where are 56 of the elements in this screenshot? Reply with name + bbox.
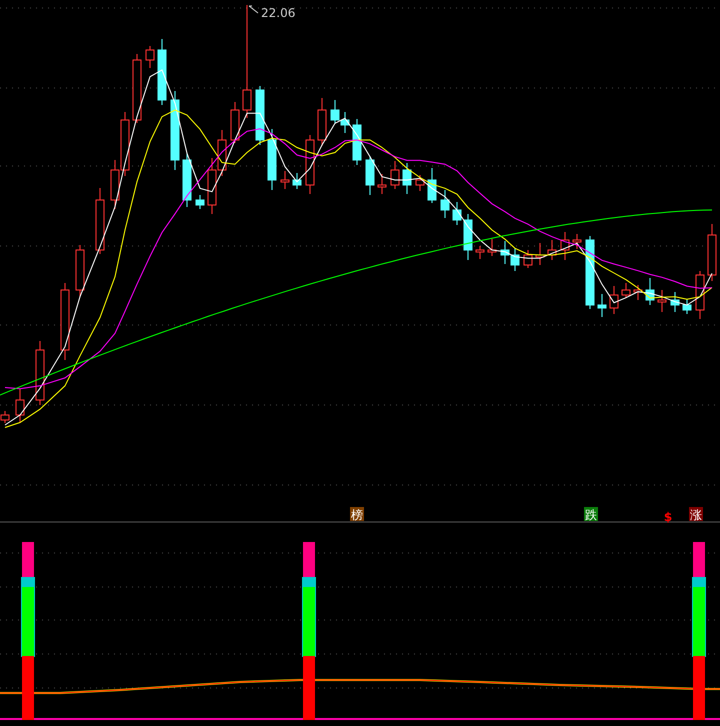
candlestick bbox=[682, 298, 692, 314]
candlestick bbox=[120, 112, 130, 176]
candlestick bbox=[158, 38, 166, 106]
candlestick bbox=[318, 98, 326, 146]
candlestick bbox=[658, 290, 666, 312]
candlestick bbox=[610, 286, 618, 314]
candlestick bbox=[524, 250, 532, 268]
candlestick bbox=[306, 134, 314, 194]
candlestick bbox=[352, 118, 362, 166]
candlestick bbox=[230, 102, 240, 144]
candlestick bbox=[670, 292, 680, 312]
candlestick bbox=[256, 86, 264, 146]
candlestick bbox=[378, 174, 386, 194]
candlestick bbox=[280, 170, 290, 190]
candlestick bbox=[96, 188, 104, 254]
signal-badge: 榜 bbox=[350, 507, 364, 522]
candlestick bbox=[708, 224, 716, 282]
candlestick bbox=[182, 152, 192, 208]
high-price-label: 22.06 bbox=[248, 6, 296, 20]
candlestick bbox=[402, 162, 412, 194]
candlestick bbox=[196, 194, 204, 210]
candlestick bbox=[292, 172, 302, 190]
candlestick bbox=[622, 282, 630, 298]
candlestick bbox=[572, 234, 582, 250]
signal-marker: $ bbox=[664, 510, 672, 524]
candlestick bbox=[416, 174, 424, 192]
candlestick bbox=[428, 168, 436, 204]
candlestick bbox=[146, 46, 154, 68]
candlestick bbox=[598, 294, 606, 318]
candlestick bbox=[110, 160, 120, 210]
candlestick bbox=[132, 54, 142, 124]
candlestick bbox=[510, 248, 520, 272]
candlestick bbox=[440, 190, 450, 218]
candlestick bbox=[218, 130, 226, 176]
candlestick bbox=[646, 278, 654, 306]
candlestick bbox=[560, 232, 570, 260]
candlestick bbox=[464, 214, 472, 260]
signal-badge: 涨 bbox=[689, 507, 703, 522]
candlestick bbox=[36, 340, 44, 406]
candlestick bbox=[476, 246, 484, 260]
candlestick bbox=[208, 158, 216, 214]
candlestick bbox=[536, 242, 544, 266]
candlestick bbox=[390, 160, 400, 190]
candlestick bbox=[340, 112, 350, 134]
signal-badge: 跌 bbox=[584, 507, 598, 522]
candlestick bbox=[548, 240, 556, 260]
candlestick bbox=[696, 270, 704, 320]
candlestick bbox=[330, 100, 340, 124]
candlestick bbox=[452, 202, 462, 226]
candlestick bbox=[634, 284, 642, 300]
candlestick bbox=[488, 238, 496, 256]
candlestick bbox=[16, 388, 24, 424]
candlestick bbox=[76, 244, 84, 298]
candlestick bbox=[500, 240, 510, 264]
candlestick bbox=[366, 156, 374, 196]
candlestick bbox=[268, 128, 276, 190]
